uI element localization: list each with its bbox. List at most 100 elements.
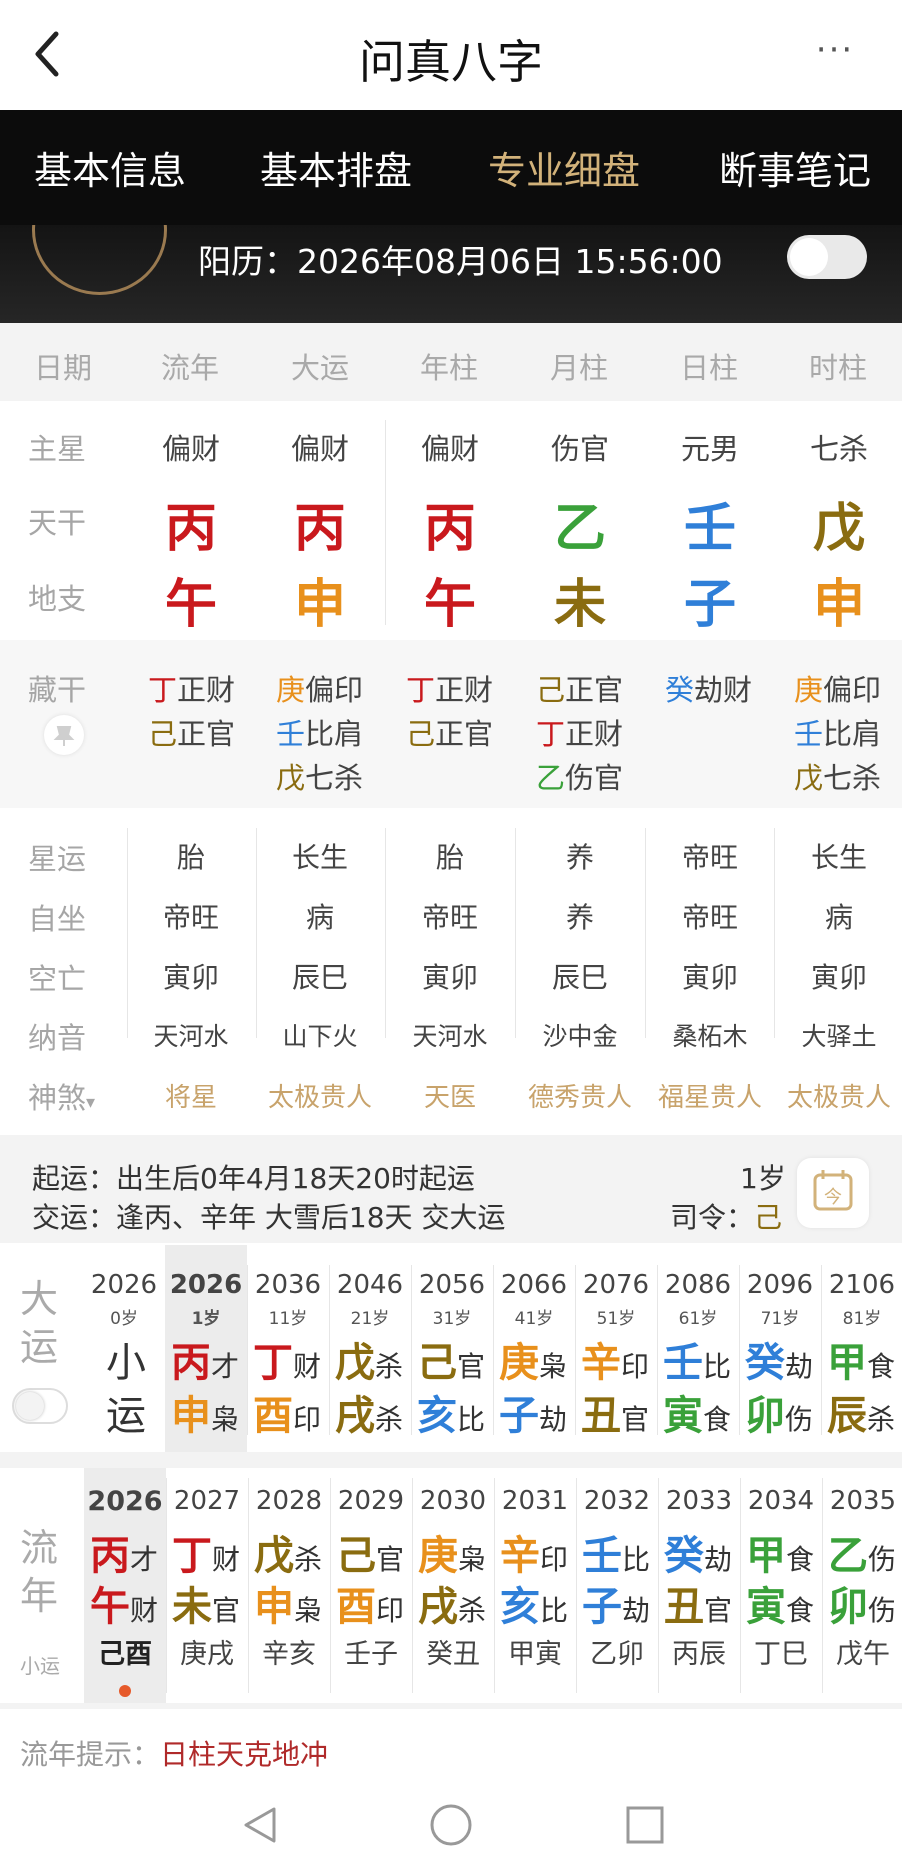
shishen: 印: [621, 1350, 650, 1383]
dayun-column[interactable]: 2036 11岁 丁财 酉印: [247, 1245, 329, 1452]
liunian-year: 2026: [87, 1486, 163, 1517]
canggan-item: 乙伤官: [536, 761, 624, 795]
nav-back-icon[interactable]: [238, 1803, 282, 1847]
dayun-year: 2076: [582, 1270, 650, 1300]
shishen: 印: [540, 1543, 569, 1576]
zhi-char: 亥: [500, 1584, 540, 1630]
liunian-column[interactable]: 2033 癸劫 丑官 丙辰: [658, 1468, 740, 1703]
liunian-label: 年: [20, 1574, 59, 1618]
canggan-item: 己正官: [536, 673, 624, 707]
calendar-toggle[interactable]: [787, 235, 867, 279]
xiaoyun-value: 丙辰: [672, 1639, 726, 1670]
dayun-column[interactable]: 2066 41岁 庚枭 子劫: [493, 1245, 575, 1452]
dayun-column[interactable]: 2096 71岁 癸劫 卯伤: [739, 1245, 821, 1452]
dayun-column[interactable]: 2076 51岁 辛印 丑官: [575, 1245, 657, 1452]
dayun-gan: 丙才: [171, 1330, 239, 1388]
canggan-item: 己正官: [406, 717, 494, 751]
column-header-row: 日期 流年 大运 年柱 月柱 日柱 时柱: [0, 323, 902, 401]
dayun-column[interactable]: 2056 31岁 己官 亥比: [411, 1245, 493, 1452]
dizhi-char: 子: [683, 575, 736, 635]
dayun-age: 71岁: [760, 1309, 800, 1329]
nav-home-icon[interactable]: [428, 1802, 474, 1848]
shishen: 食: [867, 1350, 896, 1383]
shishen: 比: [703, 1350, 732, 1383]
shishen: 食: [786, 1543, 815, 1576]
calendar-today-icon[interactable]: 今: [797, 1158, 869, 1228]
label-canggan: 藏干: [28, 673, 87, 707]
gan-char: 丁: [172, 1533, 212, 1579]
nayin-value: 天河水: [412, 1022, 488, 1051]
liunian-column[interactable]: 2026 丙才 午财 己酉: [84, 1468, 166, 1703]
canggan-item: 庚偏印: [276, 673, 364, 707]
canggan-item: 癸劫财: [665, 673, 753, 707]
dayun-year: 2106: [828, 1270, 896, 1300]
zhi-char: 寅: [663, 1393, 703, 1439]
tiangan-char: 丙: [164, 499, 217, 559]
liunian-column[interactable]: 2027 丁财 未官 庚戌: [166, 1468, 248, 1703]
dayun-toggle[interactable]: [12, 1388, 68, 1424]
shensha-value[interactable]: 德秀贵人: [520, 1077, 640, 1114]
liunian-column[interactable]: 2034 甲食 寅食 丁巳: [740, 1468, 822, 1703]
tab-basic-chart[interactable]: 基本排盘: [226, 140, 446, 195]
shishen: 财: [212, 1543, 241, 1576]
dayun-year: 2036: [254, 1270, 322, 1300]
gan-char: 丁: [253, 1340, 293, 1386]
col-header-month: 月柱: [549, 351, 608, 385]
gan-char: 甲: [827, 1340, 867, 1386]
shishen: 枭: [294, 1594, 323, 1627]
dizhi-char: 午: [423, 575, 476, 635]
gan-char: 癸: [664, 1533, 704, 1579]
liunian-column[interactable]: 2030 庚枭 戌杀 癸丑: [412, 1468, 494, 1703]
shensha-dropdown[interactable]: 神煞▾: [28, 1075, 95, 1117]
tab-notes[interactable]: 断事笔记: [685, 140, 902, 195]
more-options-icon[interactable]: ···: [805, 30, 865, 80]
zhi-char: 子: [582, 1584, 622, 1630]
shensha-value[interactable]: 天医: [390, 1077, 510, 1114]
shensha-value[interactable]: 将星: [131, 1077, 251, 1114]
liunian-column[interactable]: 2032 壬比 子劫 乙卯: [576, 1468, 658, 1703]
liunian-gan: 癸劫: [664, 1523, 732, 1581]
liunian-column[interactable]: 2029 己官 酉印 壬子: [330, 1468, 412, 1703]
zizuo-value: 帝旺: [421, 901, 478, 934]
zhi-char: 子: [499, 1393, 539, 1439]
liunian-column[interactable]: 2028 戊杀 申枭 辛亥: [248, 1468, 330, 1703]
dayun-gan: 戊杀: [335, 1330, 403, 1388]
jiaoyun-line: 交运：逢丙、辛年 大雪后18天 交大运: [32, 1201, 506, 1234]
liunian-hint: 流年提示：日柱天克地冲: [20, 1738, 329, 1771]
canggan-item: 壬比肩: [794, 717, 882, 751]
shishen: 杀: [867, 1403, 896, 1436]
shishen: 杀: [375, 1403, 404, 1436]
xiaoyun-value: 辛亥: [262, 1639, 316, 1670]
tab-professional-chart[interactable]: 专业细盘: [454, 140, 674, 195]
dayun-zhi: 戌杀: [335, 1383, 403, 1441]
col-header-date: 日期: [33, 351, 92, 385]
pin-icon[interactable]: [44, 715, 84, 755]
col-header-liunian: 流年: [160, 351, 219, 385]
liunian-year: 2027: [173, 1486, 241, 1516]
dayun-column[interactable]: 2106 81岁 甲食 辰杀: [821, 1245, 902, 1452]
label-zizuo: 自坐: [28, 902, 87, 936]
shensha-value[interactable]: 福星贵人: [650, 1077, 770, 1114]
xiaoyun-char: 小: [106, 1340, 146, 1386]
liunian-gan: 辛印: [500, 1523, 568, 1581]
kongwang-value: 辰巳: [551, 961, 608, 994]
xingyun-value: 长生: [810, 841, 867, 874]
liunian-gan: 乙伤: [828, 1523, 896, 1581]
shensha-value[interactable]: 太极贵人: [779, 1077, 899, 1114]
nav-recents-icon[interactable]: [624, 1804, 666, 1846]
tab-basic-info[interactable]: 基本信息: [0, 140, 220, 195]
siling: 司令：己: [670, 1201, 783, 1234]
tab-bar: 基本信息 基本排盘 专业细盘 断事笔记: [0, 110, 902, 225]
liunian-column[interactable]: 2031 辛印 亥比 甲寅: [494, 1468, 576, 1703]
dizhi-char: 未: [553, 575, 606, 635]
divider: [645, 828, 646, 1038]
dayun-column[interactable]: 2026 1岁 丙才 申枭: [165, 1245, 247, 1452]
shishen: 财: [293, 1350, 322, 1383]
liunian-year: 2031: [501, 1486, 569, 1516]
dayun-zhi: 酉印: [253, 1383, 321, 1441]
shensha-value[interactable]: 太极贵人: [260, 1077, 380, 1114]
dayun-column[interactable]: 2046 21岁 戊杀 戌杀: [329, 1245, 411, 1452]
dayun-column[interactable]: 2086 61岁 壬比 寅食: [657, 1245, 739, 1452]
liunian-column[interactable]: 2035 乙伤 卯伤 戊午: [822, 1468, 902, 1703]
tiangan-char: 乙: [553, 499, 606, 559]
